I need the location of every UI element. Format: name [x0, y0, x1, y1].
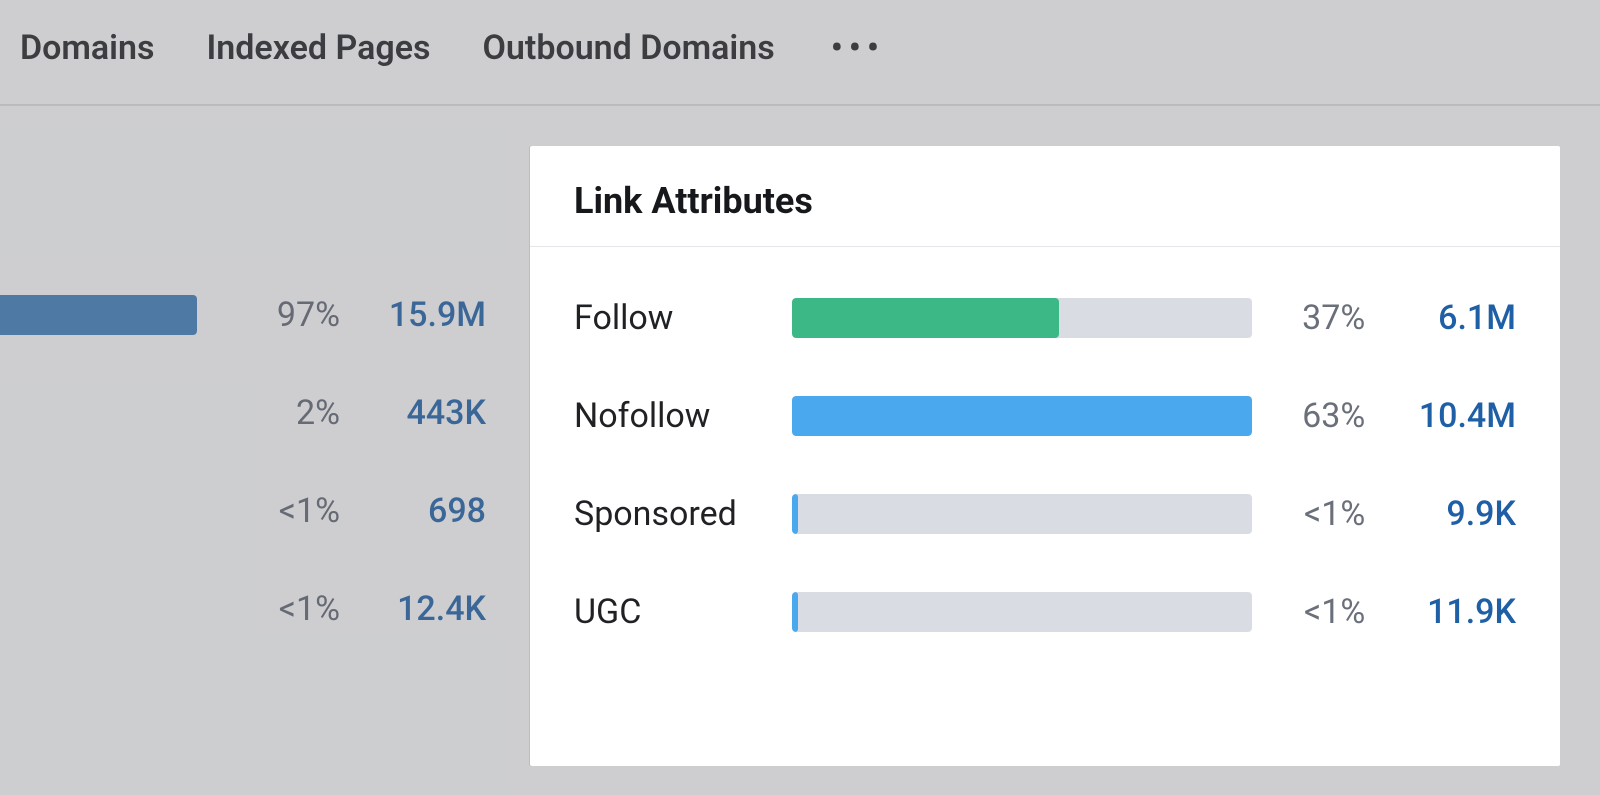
attr-value[interactable]: 11.9K [1385, 592, 1516, 632]
left-metric-value[interactable]: 443K [364, 393, 504, 433]
top-tabs: Domains Indexed Pages Outbound Domains •… [0, 0, 1600, 106]
attr-bar-track [792, 396, 1252, 436]
attr-bar-track [792, 298, 1252, 338]
left-metric-row: 97% 15.9M [0, 266, 520, 364]
attr-row-nofollow: Nofollow 63% 10.4M [574, 367, 1516, 465]
tab-indexed-pages[interactable]: Indexed Pages [207, 28, 431, 68]
attr-bar-fill [792, 494, 798, 534]
attr-label: Sponsored [574, 494, 772, 534]
left-bar-track [0, 295, 220, 335]
tab-domains[interactable]: Domains [20, 28, 155, 68]
left-metrics-column: 97% 15.9M 2% 443K <1% 698 <1% 12.4K [0, 146, 520, 766]
attr-row-follow: Follow 37% 6.1M [574, 269, 1516, 367]
attr-bar-fill [792, 592, 798, 632]
tab-outbound-domains[interactable]: Outbound Domains [482, 28, 774, 68]
tab-more-icon[interactable]: ••• [827, 31, 885, 65]
attr-bar-fill [792, 298, 1059, 338]
left-bar-fill [0, 295, 197, 335]
left-metric-percent: 97% [244, 295, 340, 335]
attr-value[interactable]: 10.4M [1385, 396, 1516, 436]
attr-label: Nofollow [574, 396, 772, 436]
attr-bar-track [792, 592, 1252, 632]
attr-percent: <1% [1272, 494, 1365, 534]
left-metric-value[interactable]: 698 [364, 491, 504, 531]
left-bar-track [0, 491, 220, 531]
app-root: Domains Indexed Pages Outbound Domains •… [0, 0, 1600, 795]
left-metric-percent: <1% [244, 491, 340, 531]
attr-percent: 37% [1272, 298, 1365, 338]
attr-percent: <1% [1272, 592, 1365, 632]
panel-header: Link Attributes [530, 146, 1560, 247]
attr-value[interactable]: 6.1M [1385, 298, 1516, 338]
left-metric-value[interactable]: 15.9M [364, 295, 504, 335]
left-bar-track [0, 393, 220, 433]
left-metric-row: <1% 12.4K [0, 560, 520, 658]
attr-row-sponsored: Sponsored <1% 9.9K [574, 465, 1516, 563]
left-bar-track [0, 589, 220, 629]
attr-bar-track [792, 494, 1252, 534]
left-metric-row: 2% 443K [0, 364, 520, 462]
attr-row-ugc: UGC <1% 11.9K [574, 563, 1516, 661]
left-metric-percent: 2% [244, 393, 340, 433]
attr-label: Follow [574, 298, 772, 338]
attr-percent: 63% [1272, 396, 1365, 436]
panel-title: Link Attributes [574, 180, 1516, 222]
left-metric-row: <1% 698 [0, 462, 520, 560]
attr-label: UGC [574, 592, 772, 632]
panel-body: Follow 37% 6.1M Nofollow 63% 10.4M Spons… [530, 247, 1560, 661]
left-metric-value[interactable]: 12.4K [364, 589, 504, 629]
attr-bar-fill [792, 396, 1252, 436]
link-attributes-panel: Link Attributes Follow 37% 6.1M Nofollow… [530, 146, 1560, 766]
attr-value[interactable]: 9.9K [1385, 494, 1516, 534]
left-metric-percent: <1% [244, 589, 340, 629]
